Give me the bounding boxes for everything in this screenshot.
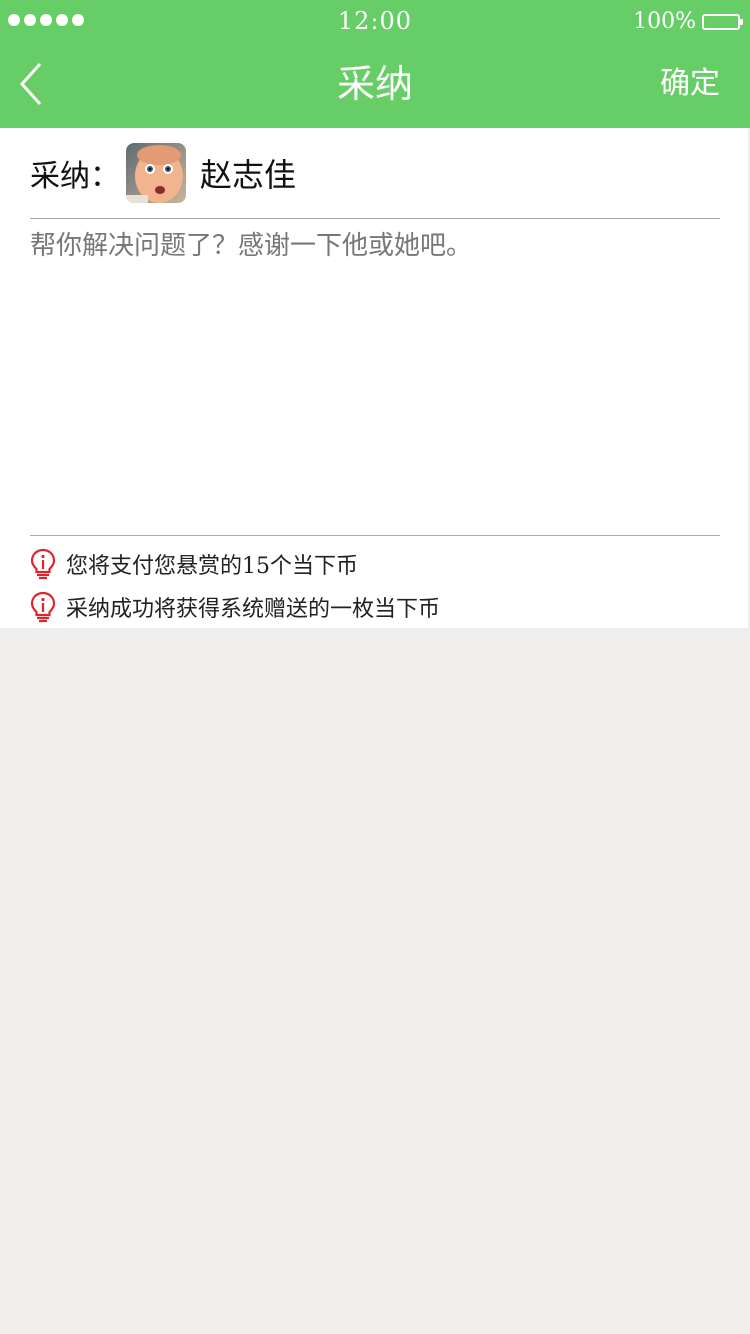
user-name: 赵志佳 xyxy=(200,156,297,194)
battery-indicator: 100% xyxy=(633,8,743,36)
tips-list: 您将支付您悬赏的15个当下币 采纳成功将获得系统赠送的一枚当下币 xyxy=(30,542,720,628)
adopt-user-row: 采纳： 赵志佳 xyxy=(30,142,296,204)
adopt-form: 采纳： 赵志佳 帮你解决问题了？感谢一下他或她吧。 您将支付您悬赏的15个当下币… xyxy=(0,128,748,628)
tip-item: 采纳成功将获得系统赠送的一枚当下币 xyxy=(30,585,720,628)
thank-you-message-input[interactable] xyxy=(30,224,720,524)
tip-text: 您将支付您悬赏的15个当下币 xyxy=(66,553,358,579)
page-title: 采纳 xyxy=(336,62,413,106)
tip-text: 采纳成功将获得系统赠送的一枚当下币 xyxy=(66,596,441,622)
battery-percentage: 100% xyxy=(633,9,696,34)
lightbulb-icon xyxy=(30,591,56,622)
divider xyxy=(30,535,720,536)
adopt-label: 采纳： xyxy=(30,159,120,194)
battery-icon xyxy=(702,14,743,30)
confirm-button[interactable]: 确定 xyxy=(660,64,720,104)
tip-item: 您将支付您悬赏的15个当下币 xyxy=(30,542,720,585)
lightbulb-icon xyxy=(30,548,56,579)
navigation-bar: 采纳 确定 xyxy=(0,42,750,128)
avatar[interactable] xyxy=(126,143,186,203)
status-bar: 12:00 100% xyxy=(0,0,750,42)
divider xyxy=(30,218,720,219)
